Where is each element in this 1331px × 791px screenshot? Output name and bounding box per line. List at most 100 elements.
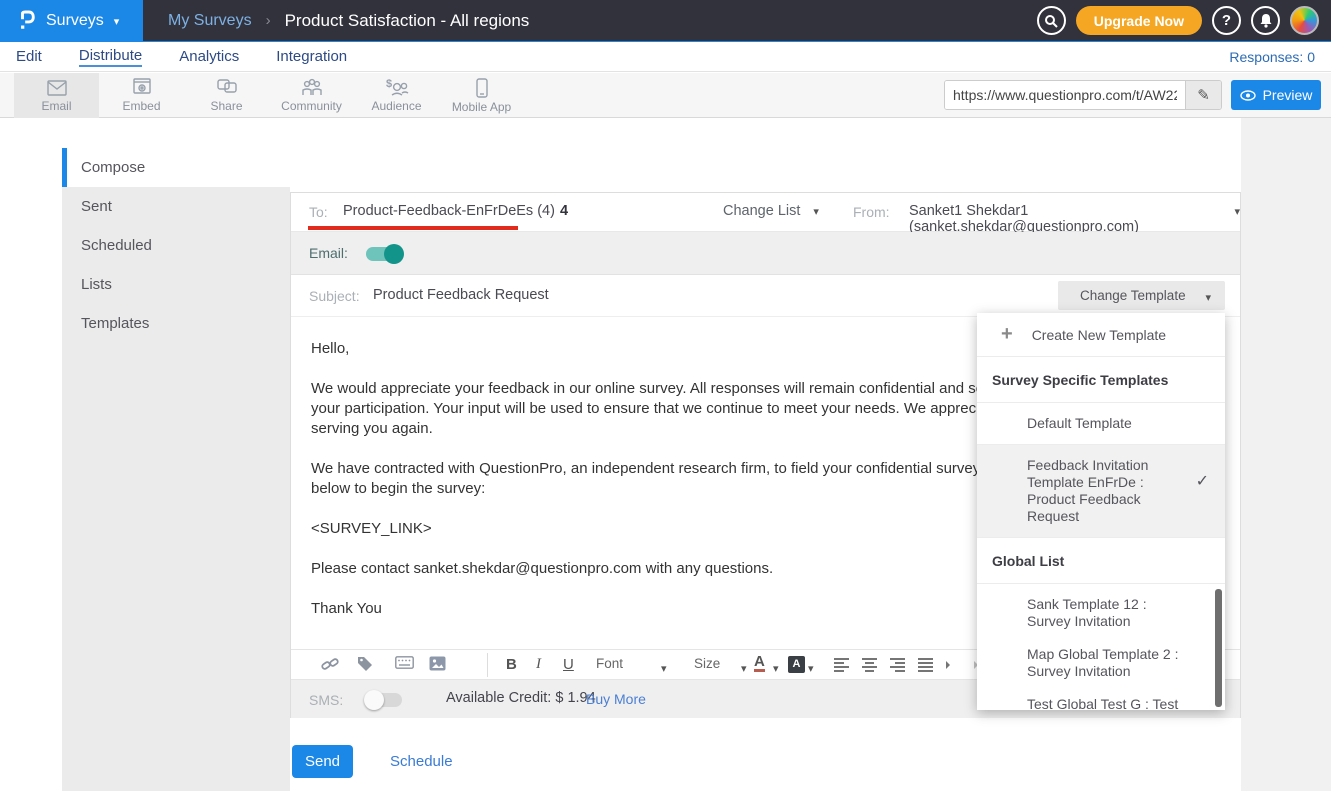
email-icon bbox=[46, 79, 68, 97]
insert-tag-button[interactable] bbox=[357, 656, 374, 677]
bell-icon bbox=[1259, 13, 1273, 28]
audience-icon: $ bbox=[384, 78, 410, 97]
search-button[interactable] bbox=[1037, 6, 1066, 35]
keyboard-icon bbox=[395, 656, 414, 669]
schedule-link[interactable]: Schedule bbox=[390, 753, 453, 770]
product-switcher[interactable]: Surveys ▾ bbox=[0, 0, 143, 41]
insert-link-button[interactable] bbox=[321, 656, 339, 677]
sidebar-templates-label: Templates bbox=[81, 315, 149, 332]
recipient-list[interactable]: Product-Feedback-EnFrDeEs (4)4 bbox=[343, 203, 568, 219]
menu-item-default-template[interactable]: Default Template bbox=[977, 403, 1225, 445]
survey-title: Product Satisfaction - All regions bbox=[285, 11, 530, 31]
help-icon: ? bbox=[1222, 12, 1231, 29]
questionpro-logo-icon bbox=[18, 10, 36, 32]
align-left-button[interactable] bbox=[834, 658, 849, 672]
text-color-button[interactable]: A bbox=[754, 655, 765, 672]
change-template-button[interactable]: Change Template ▾ bbox=[1058, 281, 1225, 310]
tab-community[interactable]: Community bbox=[269, 73, 354, 118]
tab-audience[interactable]: $ Audience bbox=[354, 73, 439, 118]
upgrade-now-button[interactable]: Upgrade Now bbox=[1076, 6, 1202, 35]
email-toggle-knob bbox=[384, 244, 404, 264]
tab-mobile-app[interactable]: Mobile App bbox=[439, 73, 524, 118]
embed-icon bbox=[131, 78, 153, 97]
sidebar-item-scheduled[interactable]: Scheduled bbox=[62, 226, 290, 265]
change-list-dropdown[interactable]: Change List ▾ bbox=[723, 203, 819, 219]
help-button[interactable]: ? bbox=[1212, 6, 1241, 35]
recipient-row: To: Product-Feedback-EnFrDeEs (4)4 Chang… bbox=[291, 193, 1240, 232]
survey-url-input[interactable] bbox=[945, 81, 1185, 109]
survey-nav: Edit Distribute Analytics Integration Re… bbox=[0, 41, 1331, 72]
notifications-button[interactable] bbox=[1251, 6, 1280, 35]
preview-button[interactable]: Preview bbox=[1231, 80, 1321, 110]
to-label: To: bbox=[309, 204, 328, 220]
eye-icon bbox=[1240, 90, 1256, 101]
background-color-button[interactable]: A bbox=[788, 656, 805, 673]
sidebar-item-sent[interactable]: Sent bbox=[62, 187, 290, 226]
selected-template-label: Feedback Invitation Template EnFrDe : Pr… bbox=[1027, 457, 1185, 525]
chevron-right-icon: › bbox=[266, 12, 271, 29]
tab-audience-label: Audience bbox=[371, 99, 421, 113]
subject-row: Subject: Product Feedback Request Change… bbox=[291, 275, 1240, 317]
from-dropdown[interactable]: Sanket1 Shekdar1 (sanket.shekdar@questio… bbox=[909, 203, 1240, 235]
size-select[interactable]: Size bbox=[694, 656, 720, 671]
edit-url-button[interactable]: ✎ bbox=[1185, 81, 1221, 109]
nav-integration[interactable]: Integration bbox=[276, 48, 347, 65]
send-button[interactable]: Send bbox=[292, 745, 353, 778]
align-right-button[interactable] bbox=[890, 658, 905, 672]
change-list-label: Change List bbox=[723, 203, 800, 219]
menu-item-sank-template-12[interactable]: Sank Template 12 : Survey Invitation bbox=[977, 584, 1225, 638]
buy-more-link[interactable]: Buy More bbox=[586, 691, 646, 707]
chevron-down-icon[interactable]: ▾ bbox=[808, 662, 814, 675]
tab-email[interactable]: Email bbox=[14, 73, 99, 118]
change-template-label: Change Template bbox=[1080, 288, 1186, 303]
plus-icon: + bbox=[1001, 323, 1013, 346]
image-icon bbox=[429, 656, 446, 671]
sidebar-scheduled-label: Scheduled bbox=[81, 237, 152, 254]
breadcrumb-my-surveys[interactable]: My Surveys bbox=[168, 12, 252, 30]
menu-item-feedback-invitation[interactable]: Feedback Invitation Template EnFrDe : Pr… bbox=[977, 445, 1225, 538]
bold-button[interactable]: B bbox=[506, 656, 517, 673]
sms-toggle[interactable] bbox=[366, 693, 402, 707]
template-label: Test Global Test G : Test PAA G bbox=[1027, 696, 1185, 710]
menu-create-new-template[interactable]: + Create New Template bbox=[977, 313, 1225, 357]
underline-button[interactable]: U bbox=[563, 656, 574, 673]
sidebar-item-lists[interactable]: Lists bbox=[62, 265, 290, 304]
nav-distribute[interactable]: Distribute bbox=[79, 47, 142, 67]
chevron-down-icon: ▾ bbox=[1234, 205, 1240, 235]
responses-count[interactable]: Responses: 0 bbox=[1229, 49, 1315, 65]
subject-input[interactable]: Product Feedback Request bbox=[373, 287, 549, 303]
tab-embed[interactable]: Embed bbox=[99, 73, 184, 118]
sms-toggle-label: SMS: bbox=[309, 692, 343, 708]
avatar[interactable] bbox=[1290, 6, 1319, 35]
italic-button[interactable]: I bbox=[536, 656, 541, 673]
tab-share[interactable]: Share bbox=[184, 73, 269, 118]
nav-edit[interactable]: Edit bbox=[16, 48, 42, 65]
tag-icon bbox=[357, 656, 374, 672]
nav-analytics[interactable]: Analytics bbox=[179, 48, 239, 65]
link-icon bbox=[321, 656, 339, 672]
merge-codes-button[interactable] bbox=[395, 656, 414, 674]
menu-scrollbar[interactable] bbox=[1215, 589, 1222, 707]
font-select[interactable]: Font bbox=[596, 656, 623, 671]
product-name: Surveys bbox=[46, 12, 104, 30]
sidebar-lists-label: Lists bbox=[81, 276, 112, 293]
change-template-menu: + Create New Template Survey Specific Te… bbox=[977, 313, 1225, 710]
svg-text:$: $ bbox=[386, 78, 392, 90]
chevron-down-icon[interactable]: ▾ bbox=[773, 662, 779, 675]
chevron-down-icon[interactable]: ▾ bbox=[741, 662, 747, 675]
sidebar-sent-label: Sent bbox=[81, 198, 112, 215]
align-justify-button[interactable] bbox=[918, 658, 933, 672]
recipient-list-name: Product-Feedback-EnFrDeEs (4) bbox=[343, 203, 555, 219]
align-center-button[interactable] bbox=[862, 658, 877, 672]
menu-item-test-global-test-g[interactable]: Test Global Test G : Test PAA G bbox=[977, 688, 1225, 710]
page-background-gutter bbox=[1241, 118, 1331, 791]
insert-image-button[interactable] bbox=[429, 656, 446, 676]
chevron-down-icon[interactable]: ▾ bbox=[661, 662, 667, 675]
email-toggle-row: Email: bbox=[291, 232, 1240, 275]
preview-label: Preview bbox=[1263, 87, 1313, 103]
menu-item-map-global-template-2[interactable]: Map Global Template 2 : Survey Invitatio… bbox=[977, 638, 1225, 688]
sidebar-item-compose[interactable]: Compose bbox=[62, 148, 290, 187]
email-toggle[interactable] bbox=[366, 247, 402, 261]
sidebar-item-templates[interactable]: Templates bbox=[62, 304, 290, 343]
toolbar-divider bbox=[487, 653, 488, 677]
